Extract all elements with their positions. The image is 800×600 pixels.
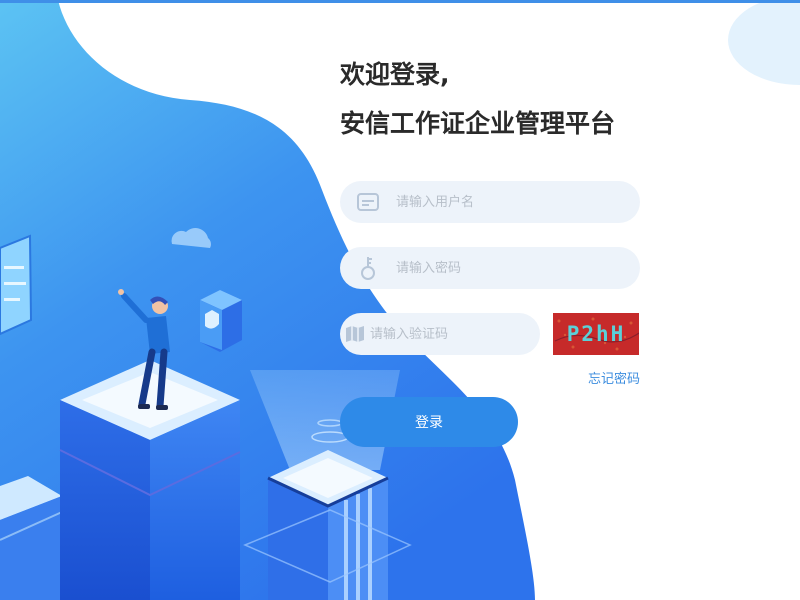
key-icon (340, 247, 396, 289)
password-field[interactable] (340, 247, 640, 289)
username-input[interactable] (396, 181, 640, 223)
username-field[interactable] (340, 181, 640, 223)
login-button[interactable]: 登录 (340, 397, 518, 447)
captcha-text: P2hH (567, 322, 626, 346)
map-icon (340, 313, 370, 355)
id-card-icon (340, 181, 396, 223)
platform-title: 安信工作证企业管理平台 (340, 109, 616, 138)
captcha-field[interactable] (340, 313, 540, 355)
password-input[interactable] (396, 247, 640, 289)
welcome-title: 欢迎登录, (340, 60, 450, 89)
captcha-input[interactable] (370, 313, 540, 355)
forgot-password-link[interactable]: 忘记密码 (560, 368, 640, 387)
top-accent-bar (0, 0, 800, 3)
captcha-image[interactable]: P2hH (553, 313, 639, 355)
